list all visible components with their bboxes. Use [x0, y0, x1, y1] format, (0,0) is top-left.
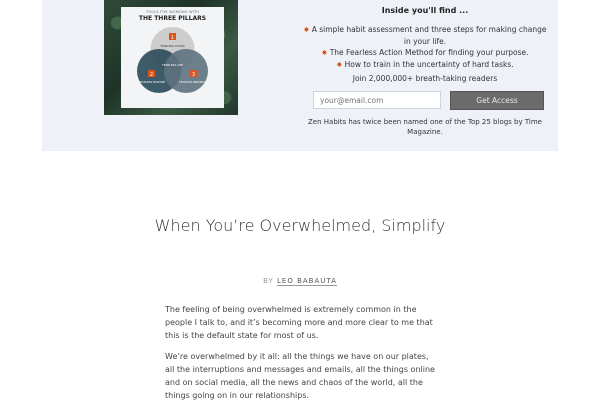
- article-paragraph: We’re overwhelmed by it all: all the thi…: [165, 352, 435, 400]
- benefit-list: ✸ A simple habit assessment and three st…: [300, 24, 550, 71]
- venn-number-3: 3: [192, 72, 195, 78]
- benefit-item: ✸ A simple habit assessment and three st…: [300, 24, 550, 47]
- benefit-text: How to train in the uncertainty of hard …: [344, 60, 514, 69]
- three-pillars-card: TOOLS FOR WORKING WITH THE THREE PILLARS…: [121, 7, 224, 108]
- readers-count: Join 2,000,000+ breath-taking readers: [352, 74, 498, 83]
- sparkle-icon: ✸: [321, 49, 328, 57]
- venn-diagram: 1 2 3 FEARLESS ACTION FEARLESS PURPOSE F…: [137, 27, 208, 93]
- venn-number-2: 2: [150, 72, 153, 78]
- venn-label-left: FEARLESS PURPOSE: [139, 80, 165, 84]
- article-paragraph: The feeling of being overwhelmed is extr…: [165, 305, 433, 340]
- inside-heading: Inside you'll find ...: [381, 6, 469, 15]
- venn-label-right: FEARLESS PRESENCE: [179, 80, 207, 84]
- card-subtitle: TOOLS FOR WORKING WITH: [145, 10, 200, 14]
- venn-label-top: FEARLESS ACTION: [161, 44, 185, 48]
- ebook-cover-image: TOOLS FOR WORKING WITH THE THREE PILLARS…: [104, 0, 238, 115]
- benefit-item: ✸ How to train in the uncertainty of har…: [300, 59, 550, 71]
- venn-center-label: FEARLESS LIFE: [162, 63, 183, 67]
- venn-circle-right: [164, 49, 208, 93]
- benefit-text: The Fearless Action Method for finding y…: [329, 48, 529, 57]
- article-title: When You’re Overwhelmed, Simplify: [154, 216, 446, 235]
- byline: BY LEO BABAUTA: [200, 277, 400, 286]
- byline-prefix: BY: [263, 277, 274, 285]
- venn-number-1: 1: [171, 35, 174, 41]
- email-field[interactable]: [313, 91, 441, 109]
- author-link[interactable]: LEO BABAUTA: [277, 277, 337, 286]
- benefit-text: A simple habit assessment and three step…: [311, 25, 547, 46]
- get-access-button[interactable]: Get Access: [450, 91, 544, 110]
- sparkle-icon: ✸: [336, 61, 343, 69]
- sparkle-icon: ✸: [303, 26, 310, 34]
- card-title: THE THREE PILLARS: [138, 15, 207, 22]
- time-magazine-note: Zen Habits has twice been named one of t…: [308, 118, 542, 136]
- benefit-item: ✸ The Fearless Action Method for finding…: [300, 47, 550, 59]
